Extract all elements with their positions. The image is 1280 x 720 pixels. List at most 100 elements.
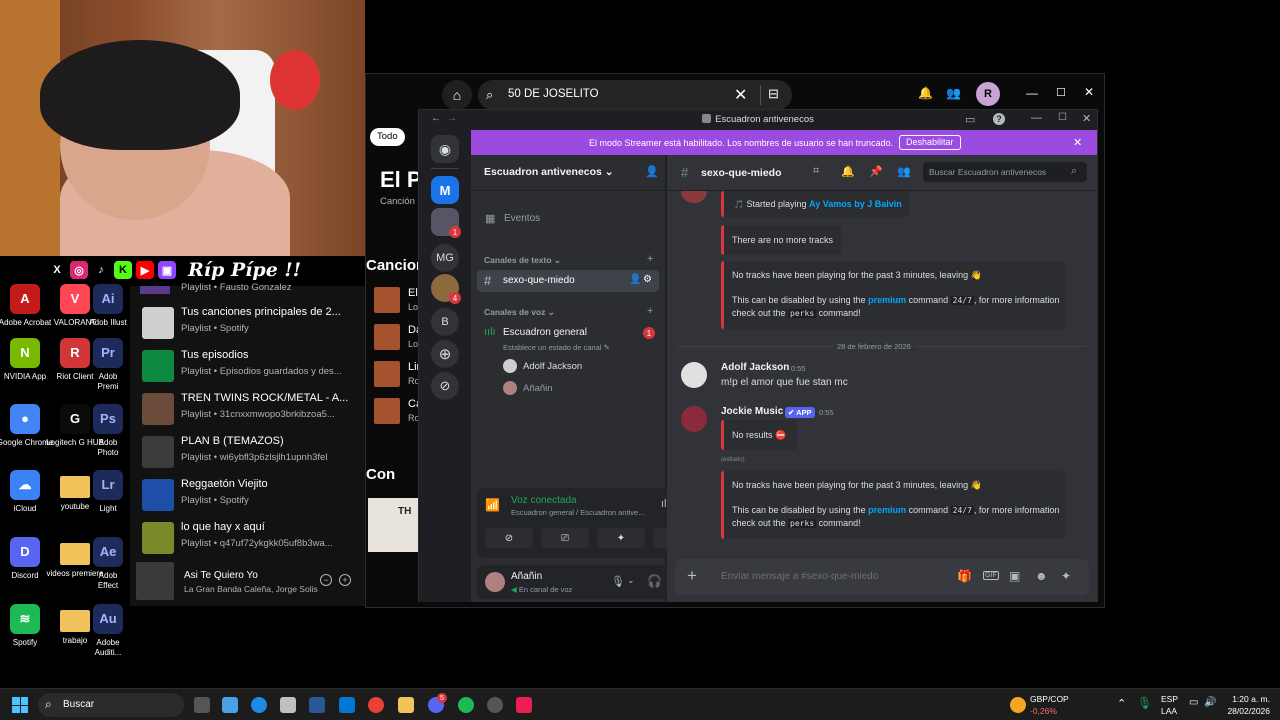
text-channels-header[interactable]: Canales de texto ⌄ (484, 255, 561, 266)
chevron-down-icon[interactable]: ⌄ (627, 575, 635, 586)
avatar[interactable] (485, 572, 505, 592)
apps-icon[interactable]: ✦ (1061, 569, 1071, 583)
widgets-icon[interactable] (222, 697, 238, 713)
network-icon[interactable]: ▭ (1189, 697, 1198, 708)
server-name[interactable]: Escuadron antivenecos ⌄ (484, 166, 614, 178)
add-member-icon[interactable]: 👤 (645, 165, 659, 178)
list-item[interactable]: Tus canciones principales de 2... Playlis… (138, 304, 363, 342)
desktop-shortcut[interactable]: Ae Adob Effect (88, 537, 128, 591)
minimize-icon[interactable]: — (1026, 86, 1038, 100)
pin-icon[interactable]: 📌 (869, 165, 883, 178)
gift-icon[interactable]: 🎁 (957, 569, 972, 583)
threads-icon[interactable]: ⌗ (813, 165, 819, 178)
clock-date[interactable]: 28/02/2026 (1226, 706, 1270, 716)
close-icon[interactable]: ✕ (1084, 85, 1094, 99)
explorer-icon[interactable] (398, 697, 414, 713)
user-name[interactable]: Añañin (511, 571, 542, 582)
steam-icon[interactable] (487, 697, 503, 713)
avatar[interactable] (681, 406, 707, 432)
list-item[interactable]: Tus episodios Playlist • Episodios guarda… (138, 347, 363, 385)
friends-icon[interactable]: 👥 (946, 86, 961, 100)
minus-circle-icon[interactable]: − (320, 574, 332, 586)
gif-icon[interactable]: GIF (983, 571, 999, 580)
invite-icon[interactable]: 👤 (629, 274, 641, 285)
minimize-icon[interactable]: — (1031, 112, 1042, 124)
avatar[interactable] (681, 362, 707, 388)
microphone-icon[interactable]: 🎙 (611, 575, 625, 588)
bell-icon[interactable]: 🔔 (841, 165, 855, 178)
server-icon[interactable]: MG (431, 244, 459, 272)
task-view-icon[interactable] (194, 697, 210, 713)
voice-member[interactable]: Adolf Jackson (523, 361, 582, 372)
help-icon[interactable]: ? (993, 113, 1005, 125)
events-link[interactable]: Eventos (504, 213, 540, 224)
home-icon[interactable]: ⌂ (442, 80, 472, 110)
album-art[interactable] (136, 562, 174, 600)
photos-icon[interactable] (339, 697, 355, 713)
voice-channels-header[interactable]: Canales de voz ⌄ (484, 307, 555, 318)
track-title[interactable]: Asi Te Quiero Yo (184, 570, 258, 581)
microphone-icon[interactable]: 🎙 (1137, 696, 1152, 710)
maximize-icon[interactable]: ☐ (1056, 86, 1066, 99)
activities-button[interactable]: ✦ (597, 528, 645, 548)
search-input[interactable]: ⌕ 50 DE JOSELITO ✕ ⊟ (478, 80, 792, 110)
bell-icon[interactable]: 🔔 (918, 86, 933, 100)
add-channel-icon[interactable]: + (647, 305, 653, 317)
currency-pair[interactable]: GBP/COP (1030, 694, 1069, 704)
screen-icon[interactable]: ▭ (965, 113, 975, 126)
volume-icon[interactable]: 🔊 (1204, 697, 1216, 708)
list-item[interactable]: Reggaetón Viejito Playlist • Spotify (138, 476, 363, 514)
desktop-shortcut[interactable]: Au Adobe Auditi... (88, 604, 128, 658)
taskbar-search[interactable]: ⌕ Buscar (38, 693, 184, 717)
avatar[interactable]: R (976, 82, 1000, 106)
camera-off-button[interactable]: ⊘ (485, 528, 533, 548)
filter-chip-all[interactable]: Todo (370, 128, 405, 146)
discord-home-icon[interactable]: ◉ (431, 135, 459, 163)
language[interactable]: ESP (1161, 694, 1178, 704)
members-icon[interactable]: 👥 (897, 165, 911, 178)
desktop-shortcut[interactable]: Lr Light (88, 470, 128, 514)
server-icon[interactable]: B (431, 308, 459, 336)
voice-location[interactable]: Escuadron general / Escuadron antive... (511, 508, 644, 517)
add-channel-icon[interactable]: + (647, 253, 653, 265)
avatar[interactable] (503, 381, 517, 395)
screenshare-button[interactable]: ⎚ (541, 528, 589, 548)
message-author[interactable]: Jockie Music (721, 406, 783, 417)
track-row[interactable]: El Lo (374, 285, 419, 315)
chevron-up-icon[interactable]: ⌃ (1117, 697, 1126, 710)
voice-member[interactable]: Añañin (523, 383, 553, 394)
gear-icon[interactable]: ⚙ (643, 274, 652, 285)
tiktok-taskbar-icon[interactable] (516, 697, 532, 713)
list-item[interactable]: PLAN B (TEMAZOS) Playlist • wi6ybfl3p6zls… (138, 433, 363, 471)
voice-status[interactable]: Voz conectada (511, 495, 577, 506)
word-icon[interactable] (309, 697, 325, 713)
clock-time[interactable]: 1:20 a. m. (1226, 694, 1270, 704)
desktop-shortcut[interactable]: Ps Adob Photo (88, 404, 128, 458)
close-banner-icon[interactable]: ✕ (1073, 136, 1082, 149)
track-row[interactable]: Ca Ro (374, 396, 422, 426)
start-button[interactable] (12, 697, 28, 713)
chrome-icon[interactable] (368, 697, 384, 713)
headphones-icon[interactable]: 🎧 (647, 574, 662, 588)
track-row[interactable]: Lin Ro (374, 359, 423, 389)
track-row[interactable]: Da Lo (374, 322, 422, 352)
spotify-taskbar-icon[interactable] (458, 697, 474, 713)
sticker-icon[interactable]: ▣ (1009, 569, 1020, 583)
voice-status-hint[interactable]: Establece un estado de canal ✎ (503, 343, 610, 352)
channel-sexo-que-miedo[interactable]: # sexo-que-miedo 👤 ⚙ (477, 270, 659, 292)
emoji-icon[interactable]: ☻ (1035, 569, 1048, 583)
server-icon[interactable]: M (431, 176, 459, 204)
discover-icon[interactable]: ⊘ (431, 372, 459, 400)
desktop-shortcut[interactable]: Ai Adob Illust (88, 284, 128, 328)
avatar[interactable] (681, 191, 707, 203)
message-composer[interactable]: + Enviar mensaje a #sexo-que-miedo 🎁 GIF… (675, 559, 1089, 595)
add-attachment-icon[interactable]: + (687, 566, 697, 586)
close-icon[interactable]: ✕ (1082, 112, 1091, 125)
edge-icon[interactable] (251, 697, 267, 713)
maximize-icon[interactable]: ☐ (1058, 112, 1067, 123)
add-server-icon[interactable]: ⊕ (431, 340, 459, 368)
voice-channel-label[interactable]: Escuadron general (503, 327, 587, 338)
server-search-input[interactable]: Buscar Escuadron antivenecos ⌕ (923, 162, 1087, 182)
track-artist[interactable]: La Gran Banda Caleña, Jorge Solis (184, 584, 318, 594)
album-card[interactable]: TH (368, 498, 418, 552)
